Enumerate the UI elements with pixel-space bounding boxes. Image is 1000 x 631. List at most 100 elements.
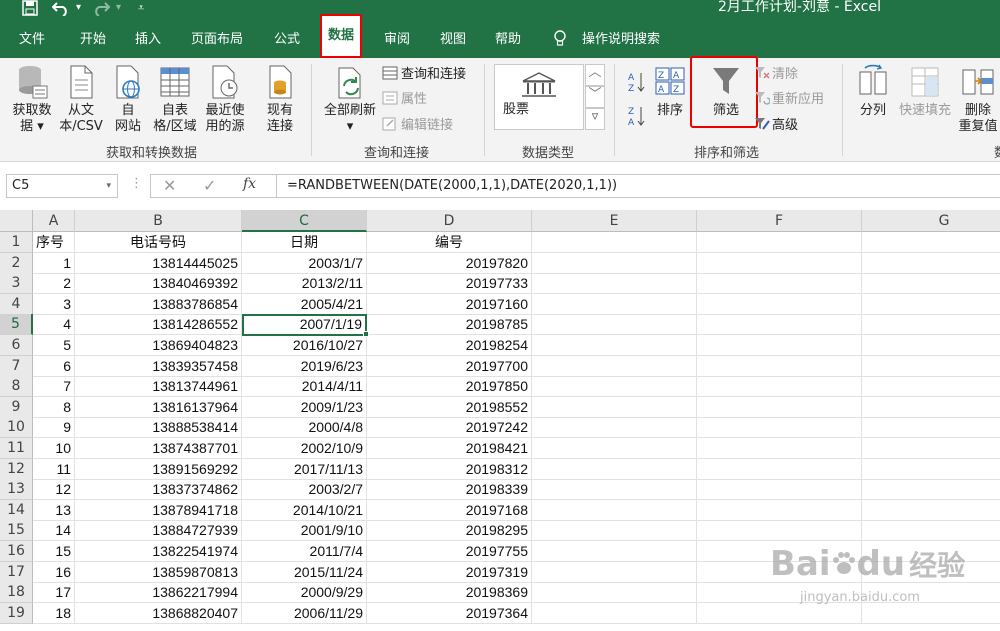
table-cell[interactable] — [697, 293, 862, 315]
table-cell[interactable]: 20198552 — [367, 396, 532, 418]
table-cell[interactable]: 20198785 — [367, 314, 532, 336]
insert-function-icon[interactable]: fx — [243, 176, 256, 192]
edit-links-button[interactable]: 编辑链接 — [382, 117, 453, 134]
row-header[interactable]: 9 — [0, 396, 33, 418]
column-header-e[interactable]: E — [532, 210, 697, 232]
tab-file[interactable]: 文件 — [19, 30, 45, 52]
sort-descending-button[interactable]: ZA — [627, 104, 647, 133]
table-cell[interactable]: 20198339 — [367, 479, 532, 501]
table-cell[interactable]: 4 — [33, 314, 75, 336]
table-cell[interactable]: 13840469392 — [75, 273, 242, 295]
table-cell[interactable]: 13839357458 — [75, 355, 242, 377]
table-cell[interactable] — [532, 396, 697, 418]
properties-button[interactable]: 属性 — [382, 91, 427, 108]
table-cell[interactable] — [862, 294, 1000, 315]
table-cell[interactable]: 20197755 — [367, 541, 532, 562]
table-cell[interactable]: 13884727939 — [75, 520, 242, 542]
table-cell[interactable] — [532, 541, 697, 562]
table-cell[interactable]: 15 — [33, 541, 75, 562]
table-cell[interactable] — [697, 499, 862, 521]
column-header-c[interactable]: C — [242, 210, 367, 232]
table-cell[interactable] — [697, 252, 862, 274]
fill-handle[interactable] — [363, 331, 369, 337]
table-cell[interactable] — [862, 232, 1000, 253]
table-cell[interactable]: 13837374862 — [75, 479, 242, 501]
row-header[interactable]: 13 — [0, 479, 33, 501]
table-cell[interactable]: 2019/6/23 — [242, 355, 367, 377]
table-cell[interactable]: 10 — [33, 438, 75, 459]
table-cell[interactable]: 序号 — [33, 232, 75, 253]
table-cell[interactable]: 2017/11/13 — [242, 458, 367, 480]
active-cell[interactable]: 2007/1/19 — [242, 314, 367, 336]
table-cell[interactable] — [532, 438, 697, 459]
table-cell[interactable] — [697, 438, 862, 459]
table-cell[interactable]: 2014/4/11 — [242, 376, 367, 398]
row-header[interactable]: 1 — [0, 232, 33, 253]
table-cell[interactable] — [862, 314, 1000, 336]
row-header[interactable]: 19 — [0, 602, 33, 624]
table-cell[interactable]: 11 — [33, 458, 75, 480]
table-cell[interactable]: 13859870813 — [75, 561, 242, 583]
table-cell[interactable] — [697, 355, 862, 377]
table-cell[interactable]: 13814445025 — [75, 252, 242, 274]
table-cell[interactable] — [532, 293, 697, 315]
table-cell[interactable]: 13891569292 — [75, 458, 242, 480]
refresh-all-button[interactable]: 全部刷新 ▾ — [318, 64, 382, 135]
table-cell[interactable]: 13874387701 — [75, 438, 242, 459]
table-cell[interactable] — [532, 252, 697, 274]
table-cell[interactable]: 16 — [33, 561, 75, 583]
table-cell[interactable] — [697, 314, 862, 336]
table-cell[interactable] — [532, 479, 697, 501]
tab-formulas[interactable]: 公式 — [274, 30, 300, 52]
tab-home[interactable]: 开始 — [80, 30, 106, 52]
table-cell[interactable]: 13868820407 — [75, 602, 242, 624]
tab-insert[interactable]: 插入 — [135, 30, 161, 52]
table-cell[interactable]: 13 — [33, 499, 75, 521]
data-type-more[interactable]: ▿ — [585, 108, 605, 130]
stocks-data-type-button[interactable]: 股票 — [494, 64, 584, 130]
table-cell[interactable] — [862, 417, 1000, 439]
tab-review[interactable]: 审阅 — [384, 30, 410, 52]
table-cell[interactable] — [532, 335, 697, 356]
tab-data[interactable]: 数据 — [320, 14, 363, 58]
redo-dropdown-icon[interactable]: ▾ — [116, 0, 121, 18]
table-cell[interactable]: 1 — [33, 252, 75, 274]
table-cell[interactable]: 6 — [33, 355, 75, 377]
table-cell[interactable]: 13869404823 — [75, 335, 242, 356]
table-cell[interactable] — [697, 335, 862, 356]
table-cell[interactable]: 13813744961 — [75, 376, 242, 398]
undo-icon[interactable] — [51, 0, 70, 18]
table-cell[interactable] — [532, 273, 697, 295]
table-cell[interactable]: 电话号码 — [75, 232, 242, 253]
row-header[interactable]: 3 — [0, 273, 33, 295]
table-cell[interactable]: 20197319 — [367, 561, 532, 583]
table-cell[interactable]: 20197700 — [367, 355, 532, 377]
table-cell[interactable]: 13888538414 — [75, 417, 242, 439]
reapply-button[interactable]: 重新应用 — [754, 91, 824, 108]
tab-view[interactable]: 视图 — [440, 30, 466, 52]
column-header-g[interactable]: G — [862, 210, 1000, 232]
table-cell[interactable]: 13878941718 — [75, 499, 242, 521]
customize-qat-icon[interactable]: ⩡ — [138, 0, 144, 18]
table-cell[interactable]: 20197820 — [367, 252, 532, 274]
table-cell[interactable] — [862, 520, 1000, 542]
row-header[interactable]: 2 — [0, 252, 33, 274]
tell-me-search[interactable]: 操作说明搜索 — [582, 30, 660, 52]
column-header-b[interactable]: B — [75, 210, 242, 232]
table-cell[interactable]: 13814286552 — [75, 314, 242, 336]
text-to-columns-button[interactable]: 分列 — [852, 64, 894, 119]
from-table-range-button[interactable]: 自表 格/区域 — [150, 64, 200, 135]
table-cell[interactable]: 20197168 — [367, 499, 532, 521]
column-header-f[interactable]: F — [697, 210, 862, 232]
table-cell[interactable]: 2000/9/29 — [242, 582, 367, 604]
column-header-a[interactable]: A — [33, 210, 75, 232]
table-cell[interactable]: 20197242 — [367, 417, 532, 439]
table-cell[interactable]: 20198369 — [367, 582, 532, 604]
tab-page-layout[interactable]: 页面布局 — [191, 30, 243, 52]
row-header[interactable]: 16 — [0, 541, 33, 562]
table-cell[interactable]: 2001/9/10 — [242, 520, 367, 542]
get-data-button[interactable]: 获取数 据 ▾ — [8, 64, 56, 135]
row-header[interactable]: 5 — [0, 314, 33, 336]
table-cell[interactable]: 20198295 — [367, 520, 532, 542]
table-cell[interactable] — [697, 273, 862, 295]
